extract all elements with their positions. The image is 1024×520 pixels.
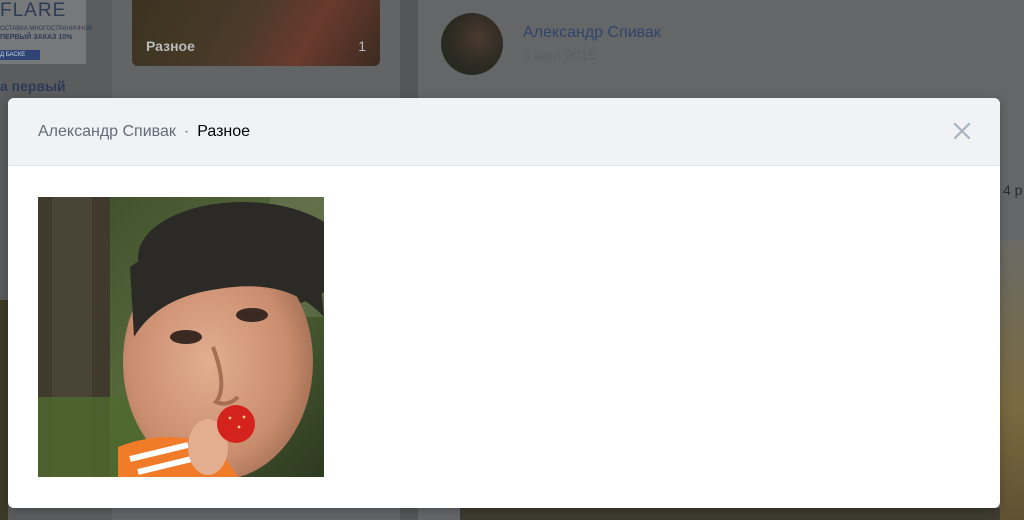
- album-modal: Александр Спивак · Разное: [8, 98, 1000, 508]
- ad-logo: FLARE: [0, 0, 67, 21]
- post-author[interactable]: Александр Спивак: [523, 24, 661, 42]
- ad-text-1: ОСТАВКА МНОГОСТРАНИЧНОЙ: [0, 26, 93, 32]
- avatar[interactable]: [441, 13, 503, 75]
- post-edge-text: 4 р: [1003, 182, 1023, 198]
- close-button[interactable]: [952, 121, 972, 141]
- modal-header: Александр Спивак · Разное: [8, 98, 1000, 166]
- album-card[interactable]: Разное 1: [132, 0, 380, 66]
- bottom-edge-image: [460, 508, 1000, 520]
- right-edge-image: [1000, 240, 1024, 520]
- left-edge-image: [0, 300, 8, 520]
- close-icon: [953, 122, 971, 140]
- breadcrumb-author-link[interactable]: Александр Спивак: [38, 123, 176, 140]
- breadcrumb-album-title: Разное: [197, 123, 251, 140]
- album-card-count: 1: [358, 38, 366, 54]
- ad-button[interactable]: Д БАСКЕ: [0, 50, 40, 60]
- album-photo-thumbnail[interactable]: [38, 197, 324, 477]
- breadcrumb-separator: ·: [183, 123, 190, 140]
- post-date[interactable]: 5 июн 2015: [523, 47, 596, 63]
- ad-banner[interactable]: FLARE ОСТАВКА МНОГОСТРАНИЧНОЙ ПЕРВЫЙ ЗАК…: [0, 0, 92, 64]
- photo-image: [38, 197, 324, 477]
- breadcrumb: Александр Спивак · Разное: [38, 122, 250, 142]
- ad-text-2: ПЕРВЫЙ ЗАКАЗ 10%: [0, 34, 73, 41]
- album-card-name: Разное: [146, 38, 195, 54]
- ad-title: а первый: [0, 78, 66, 94]
